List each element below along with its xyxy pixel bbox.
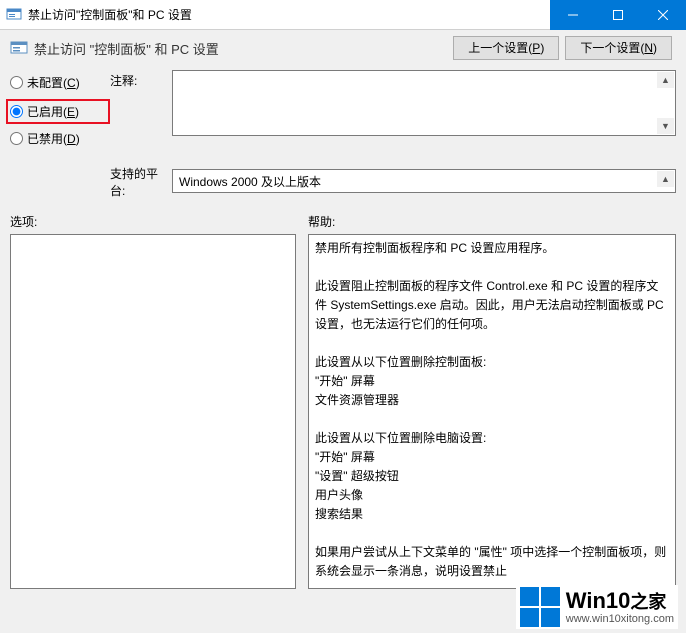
comment-textarea[interactable]: ▲ ▼ bbox=[172, 70, 676, 136]
comment-scroll-up[interactable]: ▲ bbox=[657, 72, 674, 88]
policy-title: 禁止访问 "控制面板" 和 PC 设置 bbox=[34, 39, 453, 58]
watermark: Win10之家 www.win10xitong.com bbox=[516, 585, 678, 629]
platform-scroll-up[interactable]: ▲ bbox=[657, 171, 674, 187]
help-label: 帮助: bbox=[308, 213, 676, 230]
policy-icon bbox=[10, 39, 28, 57]
options-panel bbox=[10, 234, 296, 589]
state-radio-group: 未配置(C) 已启用(E) 已禁用(D) bbox=[10, 70, 110, 157]
titlebar: 禁止访问"控制面板"和 PC 设置 bbox=[0, 0, 686, 30]
supported-platform-value: Windows 2000 及以上版本 bbox=[179, 175, 321, 189]
window-controls bbox=[550, 0, 686, 30]
policy-header: 禁止访问 "控制面板" 和 PC 设置 上一个设置(P) 下一个设置(N) bbox=[10, 36, 676, 60]
comment-label: 注释: bbox=[110, 70, 172, 89]
platform-label: 支持的平台: bbox=[110, 163, 172, 199]
minimize-button[interactable] bbox=[550, 0, 595, 30]
radio-not-configured[interactable]: 未配置(C) bbox=[10, 74, 110, 91]
options-label: 选项: bbox=[10, 213, 296, 230]
supported-platform-field: Windows 2000 及以上版本 ▲ bbox=[172, 169, 676, 193]
window-title: 禁止访问"控制面板"和 PC 设置 bbox=[28, 6, 550, 23]
radio-disabled[interactable]: 已禁用(D) bbox=[10, 130, 110, 147]
app-icon bbox=[6, 7, 22, 23]
help-text-panel: 禁用所有控制面板程序和 PC 设置应用程序。 此设置阻止控制面板的程序文件 Co… bbox=[308, 234, 676, 589]
content-area: 禁止访问 "控制面板" 和 PC 设置 上一个设置(P) 下一个设置(N) 未配… bbox=[0, 30, 686, 589]
radio-enabled[interactable]: 已启用(E) bbox=[6, 99, 110, 124]
close-button[interactable] bbox=[640, 0, 686, 30]
watermark-url: www.win10xitong.com bbox=[566, 614, 674, 625]
previous-setting-button[interactable]: 上一个设置(P) bbox=[453, 36, 559, 60]
comment-scroll-down[interactable]: ▼ bbox=[657, 118, 674, 134]
next-setting-button[interactable]: 下一个设置(N) bbox=[565, 36, 672, 60]
watermark-brand: Win10之家 bbox=[566, 590, 674, 612]
maximize-button[interactable] bbox=[595, 0, 640, 30]
windows-logo-icon bbox=[520, 587, 560, 627]
